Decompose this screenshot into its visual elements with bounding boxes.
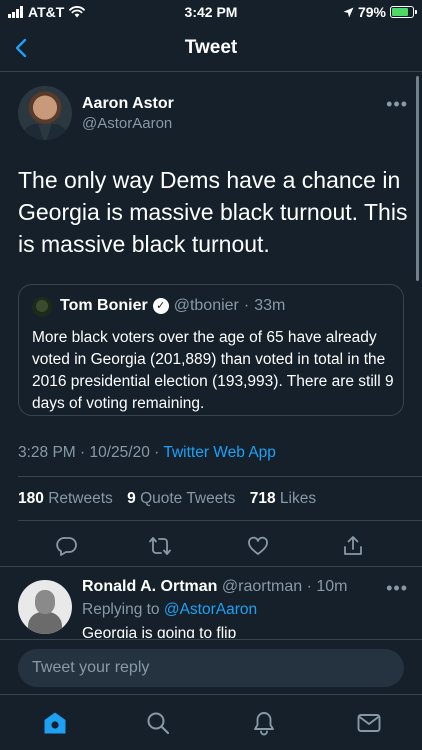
author-avatar[interactable] — [18, 86, 72, 140]
quote-text: More black voters over the age of 65 hav… — [32, 329, 394, 412]
timestamp-text: 3:28 PM · 10/25/20 · — [18, 444, 160, 461]
replying-to-mention[interactable]: @AstorAaron — [164, 601, 257, 618]
likes-label[interactable]: Likes — [280, 490, 316, 507]
reply-more-options-icon[interactable]: ••• — [386, 578, 408, 599]
nav-header: Tweet — [0, 26, 422, 72]
divider — [0, 566, 422, 567]
notifications-icon[interactable] — [251, 710, 277, 736]
retweets-label[interactable]: Retweets — [48, 490, 113, 507]
quote-time: 33m — [254, 297, 286, 314]
retweet-icon[interactable] — [148, 534, 172, 558]
messages-icon[interactable] — [356, 710, 382, 736]
quote-author-handle: @tbonier — [173, 297, 239, 314]
reply-composer — [0, 639, 422, 695]
scroll-indicator[interactable] — [416, 76, 419, 281]
verified-badge-icon: ✓ — [152, 298, 169, 314]
tweet-stats: 180 Retweets 9 Quote Tweets 718 Likes — [18, 490, 326, 508]
reply-author-avatar[interactable] — [18, 580, 72, 634]
source-link[interactable]: Twitter Web App — [163, 444, 276, 461]
quote-tweets-label[interactable]: Quote Tweets — [140, 490, 235, 507]
status-right: 79% — [343, 4, 417, 20]
reply-author-name[interactable]: Ronald A. Ortman — [82, 578, 217, 595]
quote-tweets-count[interactable]: 9 — [127, 490, 136, 507]
home-icon[interactable] — [42, 710, 68, 736]
more-options-icon[interactable]: ••• — [386, 94, 408, 115]
reply-header: Ronald A. Ortman @raortman · 10m — [82, 578, 348, 596]
replying-to: Replying to @AstorAaron — [82, 601, 257, 619]
tweet-text: The only way Dems have a chance in Georg… — [18, 167, 408, 257]
share-icon[interactable] — [341, 534, 365, 558]
tweet-timestamp: 3:28 PM · 10/25/20 · Twitter Web App — [18, 444, 276, 462]
quote-author-avatar — [32, 297, 52, 317]
quote-separator: · — [243, 297, 250, 314]
tweet-actions — [0, 520, 422, 572]
author-name[interactable]: Aaron Astor — [82, 95, 174, 113]
page-title: Tweet — [184, 37, 238, 58]
battery-level — [392, 8, 408, 16]
quote-header: Tom Bonier ✓ @tbonier · 33m — [60, 297, 285, 315]
like-icon[interactable] — [246, 534, 270, 558]
reply-author-handle[interactable]: @raortman — [222, 578, 302, 595]
battery-percent: 79% — [357, 4, 386, 20]
location-arrow-icon — [343, 7, 354, 17]
quoted-tweet[interactable]: Tom Bonier ✓ @tbonier · 33m More black v… — [18, 284, 404, 416]
quote-author-name: Tom Bonier — [60, 297, 148, 314]
retweets-count[interactable]: 180 — [18, 490, 44, 507]
status-bar: AT&T 3:42 PM 79% — [0, 0, 422, 26]
replying-to-label: Replying to — [82, 601, 160, 618]
divider — [18, 476, 422, 477]
likes-count[interactable]: 718 — [250, 490, 276, 507]
tab-bar — [0, 696, 422, 750]
battery-charging-icon — [390, 6, 417, 18]
author-handle[interactable]: @AstorAaron — [82, 115, 172, 132]
reply-input[interactable] — [18, 649, 404, 687]
reply-text: Georgia is going to flip — [82, 625, 237, 638]
reply-icon[interactable] — [55, 534, 79, 558]
reply-time: · 10m — [306, 578, 348, 595]
search-icon[interactable] — [145, 710, 171, 736]
reply-tweet[interactable]: Ronald A. Ortman @raortman · 10m ••• Rep… — [18, 576, 408, 638]
